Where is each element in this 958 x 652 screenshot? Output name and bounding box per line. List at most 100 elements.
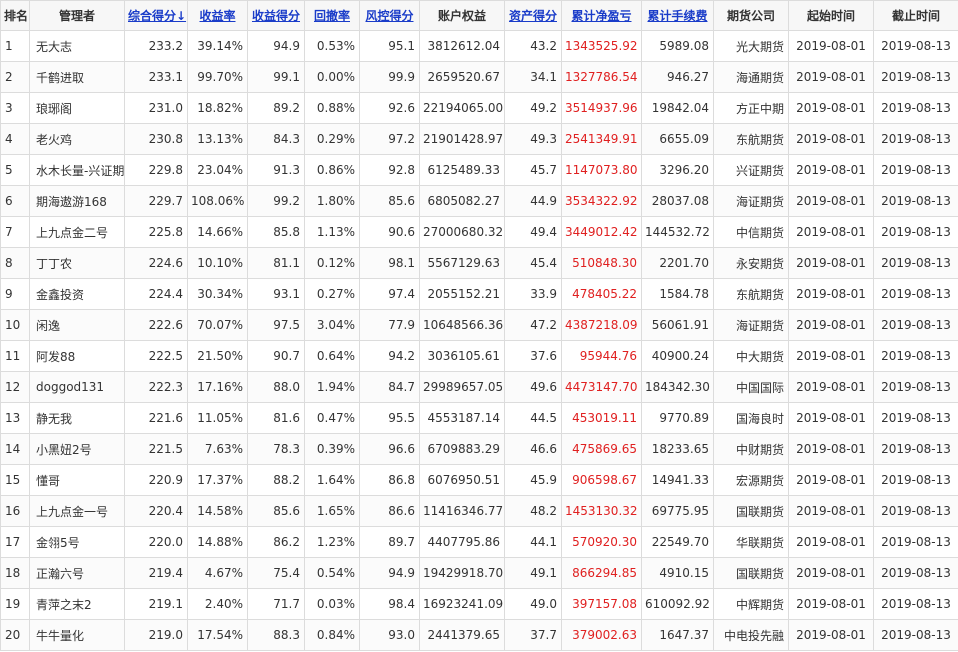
cell-risk_score: 85.6 [359, 185, 420, 217]
cell-end: 2019-08-13 [873, 371, 958, 403]
column-header-label[interactable]: 收益率 [199, 9, 235, 23]
cell-fee: 28037.08 [641, 185, 714, 217]
cell-drawdown: 0.39% [304, 433, 360, 465]
cell-return_score: 88.0 [247, 371, 305, 403]
cell-equity: 22194065.00 [419, 92, 505, 124]
table-row: 14 小黑妞2号 221.5 7.63% 78.3 0.39% 96.6 6709883.29… [0, 433, 958, 465]
cell-broker: 方正中期 [713, 92, 789, 124]
table-row: 9 金鑫投资 224.4 30.34% 93.1 0.27% 97.4 2055152.21 3… [0, 278, 958, 310]
cell-end: 2019-08-13 [873, 185, 958, 217]
cell-rank: 1 [0, 30, 30, 62]
cell-asset_score: 49.3 [504, 123, 562, 155]
cell-start: 2019-08-01 [788, 278, 874, 310]
cell-start: 2019-08-01 [788, 61, 874, 93]
table-row: 6 期海遨游168 229.7 108.06% 99.2 1.80% 85.6 6805082… [0, 185, 958, 217]
column-header-label[interactable]: 资产得分 [509, 9, 557, 23]
cell-start: 2019-08-01 [788, 402, 874, 434]
cell-start: 2019-08-01 [788, 123, 874, 155]
cell-manager: 青萍之末2 [29, 588, 125, 620]
column-header-label[interactable]: 收益得分 [252, 9, 300, 23]
column-header-fee[interactable]: 累计手续费 [641, 0, 714, 31]
table-row: 4 老火鸡 230.8 13.13% 84.3 0.29% 97.2 21901428.97 4… [0, 123, 958, 155]
cell-net_pnl: 1343525.92 [561, 30, 642, 62]
cell-risk_score: 86.8 [359, 464, 420, 496]
table-row: 18 正瀚六号 219.4 4.67% 75.4 0.54% 94.9 19429918.70… [0, 557, 958, 589]
cell-rank: 6 [0, 185, 30, 217]
cell-asset_score: 44.5 [504, 402, 562, 434]
column-header-net_pnl[interactable]: 累计净盈亏 [561, 0, 642, 31]
cell-drawdown: 0.54% [304, 557, 360, 589]
cell-rank: 16 [0, 495, 30, 527]
cell-broker: 中辉期货 [713, 588, 789, 620]
cell-fee: 18233.65 [641, 433, 714, 465]
table-row: 3 琅琊阁 231.0 18.82% 89.2 0.88% 92.6 22194065.00 4… [0, 92, 958, 124]
column-header-label[interactable]: 累计净盈亏 [571, 9, 631, 23]
cell-drawdown: 1.65% [304, 495, 360, 527]
cell-start: 2019-08-01 [788, 185, 874, 217]
cell-equity: 21901428.97 [419, 123, 505, 155]
cell-manager: 静无我 [29, 402, 125, 434]
cell-broker: 光大期货 [713, 30, 789, 62]
cell-net_pnl: 3449012.42 [561, 216, 642, 248]
cell-end: 2019-08-13 [873, 216, 958, 248]
column-header-drawdown[interactable]: 回撤率 [304, 0, 360, 31]
cell-total: 225.8 [124, 216, 188, 248]
ranking-table: 排名 管理者 综合得分↓ 收益率 收益得分 回撤率 风控得分 账户权益 资产得分 累计净盈亏 累计手… [0, 0, 958, 651]
cell-return_rate: 17.37% [187, 464, 248, 496]
cell-total: 231.0 [124, 92, 188, 124]
cell-return_score: 93.1 [247, 278, 305, 310]
cell-return_score: 94.9 [247, 30, 305, 62]
cell-net_pnl: 866294.85 [561, 557, 642, 589]
cell-equity: 27000680.32 [419, 216, 505, 248]
cell-manager: 金鑫投资 [29, 278, 125, 310]
cell-net_pnl: 2541349.91 [561, 123, 642, 155]
cell-total: 220.4 [124, 495, 188, 527]
column-header-total[interactable]: 综合得分↓ [124, 0, 188, 31]
column-header-label[interactable]: 累计手续费 [647, 9, 707, 23]
cell-end: 2019-08-13 [873, 464, 958, 496]
column-header-equity: 账户权益 [419, 0, 505, 31]
cell-equity: 5567129.63 [419, 247, 505, 279]
cell-rank: 13 [0, 402, 30, 434]
cell-start: 2019-08-01 [788, 619, 874, 651]
cell-return_score: 99.1 [247, 61, 305, 93]
cell-total: 220.9 [124, 464, 188, 496]
column-header-return_score[interactable]: 收益得分 [247, 0, 305, 31]
cell-asset_score: 44.9 [504, 185, 562, 217]
cell-manager: 水木长量-兴证期 [29, 154, 125, 186]
cell-broker: 海证期货 [713, 309, 789, 341]
table-row: 1 无大志 233.2 39.14% 94.9 0.53% 95.1 3812612.04 43… [0, 30, 958, 62]
cell-end: 2019-08-13 [873, 557, 958, 589]
cell-end: 2019-08-13 [873, 495, 958, 527]
cell-total: 221.6 [124, 402, 188, 434]
cell-asset_score: 45.4 [504, 247, 562, 279]
column-header-label[interactable]: 回撤率 [314, 9, 350, 23]
cell-fee: 144532.72 [641, 216, 714, 248]
cell-end: 2019-08-13 [873, 30, 958, 62]
cell-drawdown: 0.84% [304, 619, 360, 651]
cell-drawdown: 0.03% [304, 588, 360, 620]
column-header-asset_score[interactable]: 资产得分 [504, 0, 562, 31]
cell-rank: 10 [0, 309, 30, 341]
cell-drawdown: 0.29% [304, 123, 360, 155]
column-header-risk_score[interactable]: 风控得分 [359, 0, 420, 31]
cell-return_rate: 11.05% [187, 402, 248, 434]
cell-broker: 中电投先融 [713, 619, 789, 651]
cell-total: 230.8 [124, 123, 188, 155]
cell-broker: 东航期货 [713, 278, 789, 310]
cell-end: 2019-08-13 [873, 278, 958, 310]
column-header-return_rate[interactable]: 收益率 [187, 0, 248, 31]
column-header-label[interactable]: 综合得分↓ [128, 9, 186, 23]
cell-rank: 9 [0, 278, 30, 310]
column-header-manager: 管理者 [29, 0, 125, 31]
cell-manager: 闲逸 [29, 309, 125, 341]
cell-return_score: 91.3 [247, 154, 305, 186]
cell-asset_score: 45.9 [504, 464, 562, 496]
cell-risk_score: 95.1 [359, 30, 420, 62]
cell-equity: 3812612.04 [419, 30, 505, 62]
cell-total: 229.7 [124, 185, 188, 217]
cell-equity: 29989657.05 [419, 371, 505, 403]
cell-start: 2019-08-01 [788, 464, 874, 496]
cell-risk_score: 94.2 [359, 340, 420, 372]
column-header-label[interactable]: 风控得分 [365, 9, 413, 23]
